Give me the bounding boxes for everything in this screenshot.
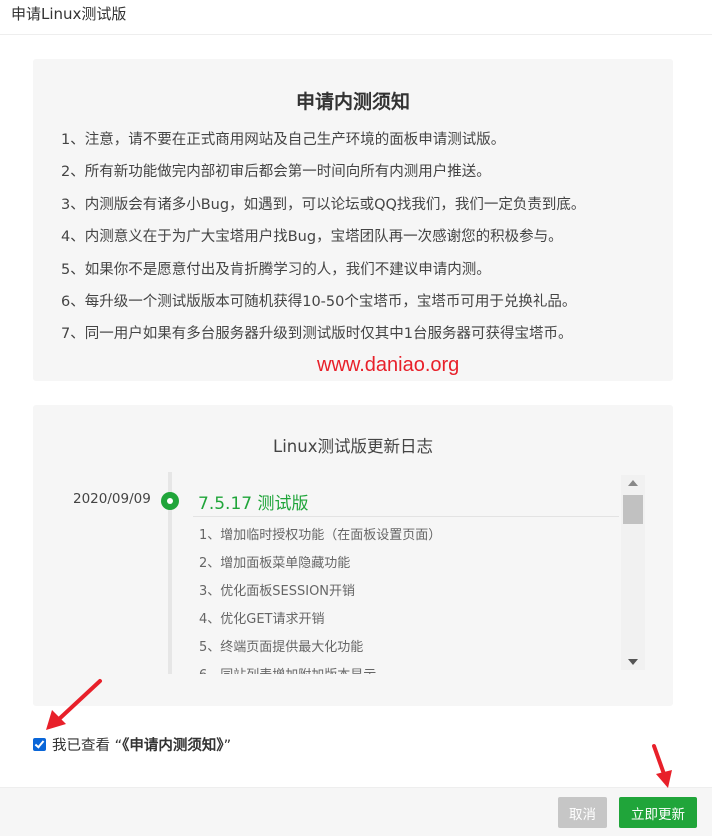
notice-item: 5、如果你不是愿意付出及肯折腾学习的人，我们不建议申请内测。 — [61, 261, 491, 278]
notice-item: 6、每升级一个测试版版本可随机获得10-50个宝塔币，宝塔币可用于兑换礼品。 — [61, 293, 577, 310]
notice-panel: 申请内测须知 1、注意，请不要在正式商用网站及自己生产环境的面板申请测试版。 2… — [33, 59, 673, 381]
notice-heading: 申请内测须知 — [295, 91, 410, 113]
agree-prefix: 我已查看 “ — [52, 737, 123, 754]
scrollbar-thumb[interactable] — [623, 495, 643, 524]
changelog-item: 6、同站列表增加附加版本显示 — [199, 666, 441, 674]
agree-checkbox[interactable] — [33, 737, 46, 751]
agree-checkbox-row[interactable]: 我已查看 “《申请内测须知》” — [33, 734, 231, 754]
agree-label[interactable]: 我已查看 “《申请内测须知》” — [52, 734, 231, 755]
changelog-list: 1、增加临时授权功能（在面板设置页面） 2、增加面板菜单隐藏功能 3、优化面板S… — [199, 526, 441, 674]
changelog-scrollbar[interactable] — [621, 475, 645, 670]
dialog-titlebar: 申请Linux测试版 — [0, 0, 712, 35]
watermark-text: www.daniao.org — [317, 354, 460, 376]
update-now-button[interactable]: 立即更新 — [619, 797, 697, 828]
annotation-arrow-icon — [46, 679, 102, 730]
notice-item: 2、所有新功能做完内部初审后都会第一时间向所有内测用户推送。 — [61, 164, 491, 181]
notice-item: 1、注意，请不要在正式商用网站及自己生产环境的面板申请测试版。 — [61, 132, 506, 148]
dialog-title: 申请Linux测试版 — [11, 5, 127, 23]
scroll-down-arrow-icon[interactable] — [628, 659, 638, 665]
changelog-title: Linux测试版更新日志 — [273, 437, 433, 456]
changelog-panel: Linux测试版更新日志 2020/09/09 7.5.17 测试版 1、增加临… — [33, 405, 673, 706]
agree-suffix: ” — [223, 737, 232, 754]
changelog-item: 1、增加临时授权功能（在面板设置页面） — [199, 528, 442, 543]
agree-doc-title: 《申请内测须知》 — [122, 737, 224, 754]
annotation-arrow-icon — [652, 744, 672, 788]
notice-list: 1、注意，请不要在正式商用网站及自己生产环境的面板申请测试版。 2、所有新功能做… — [61, 129, 585, 356]
changelog-scroll-area[interactable]: 2020/09/09 7.5.17 测试版 1、增加临时授权功能（在面板设置页面… — [33, 469, 673, 674]
scroll-up-arrow-icon[interactable] — [628, 480, 638, 486]
cancel-button[interactable]: 取消 — [558, 797, 607, 828]
release-version: 7.5.17 测试版 — [198, 494, 309, 514]
dialog-footer: 取消 立即更新 — [0, 787, 712, 836]
notice-item: 4、内测意义在于为广大宝塔用户找Bug，宝塔团队再一次感谢您的积极参与。 — [61, 229, 563, 246]
changelog-item: 4、优化GET请求开销 — [199, 612, 325, 627]
notice-item: 3、内测版会有诸多小Bug，如遇到，可以论坛或QQ找我们，我们一定负责到底。 — [61, 196, 586, 213]
release-date: 2020/09/09 — [73, 491, 151, 507]
changelog-item: 2、增加面板菜单隐藏功能 — [199, 556, 351, 571]
divider — [193, 516, 619, 517]
changelog-item: 3、优化面板SESSION开销 — [199, 584, 356, 599]
changelog-item: 5、终端页面提供最大化功能 — [199, 640, 364, 655]
notice-item: 7、同一用户如果有多台服务器升级到测试版时仅其中1台服务器可获得宝塔币。 — [61, 326, 573, 343]
timeline-dot-icon — [161, 492, 179, 510]
